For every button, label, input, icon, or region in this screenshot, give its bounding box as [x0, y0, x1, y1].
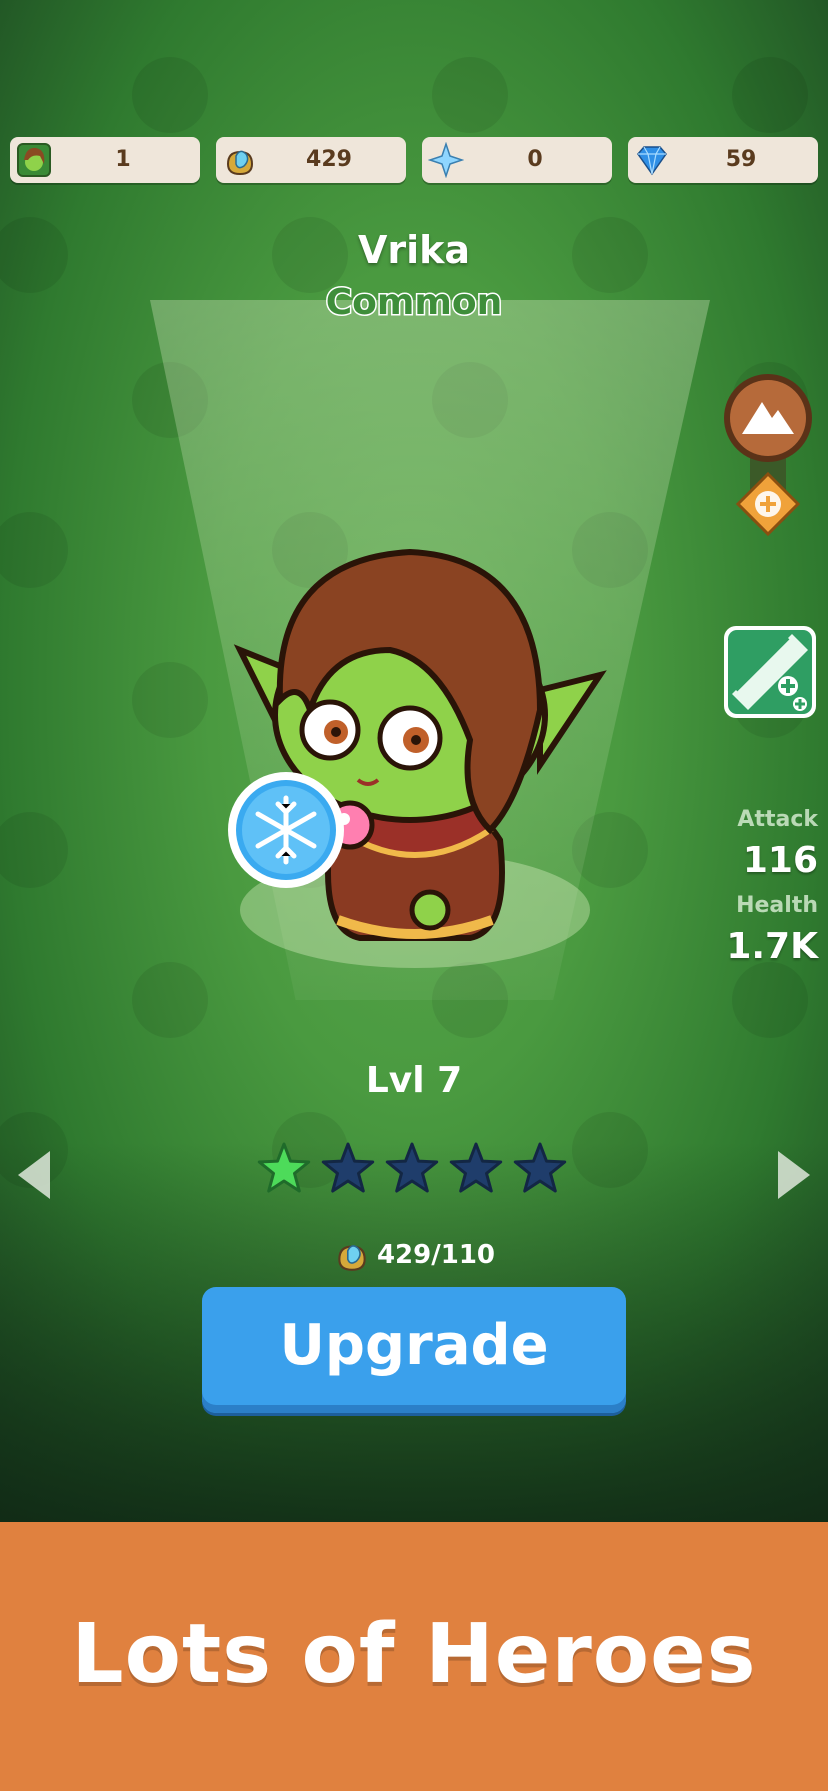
- add-diamond-icon[interactable]: [735, 471, 801, 537]
- attack-value: 116: [742, 840, 818, 881]
- equipment-button[interactable]: [722, 624, 818, 720]
- promo-banner-text: Lots of Heroes: [71, 1607, 757, 1702]
- hero-name: Vrika: [357, 228, 471, 272]
- health-label: Health: [736, 893, 818, 918]
- resource-sparkle: 0: [422, 137, 612, 183]
- attack-label: Attack: [737, 807, 818, 832]
- star-empty-icon: [513, 1142, 567, 1193]
- resource-gems-value: 59: [725, 147, 757, 172]
- previous-hero-arrow-icon[interactable]: [8, 1145, 58, 1205]
- hero-level: Lvl 7: [365, 1060, 463, 1101]
- class-selector[interactable]: [720, 372, 816, 542]
- health-value: 1.7K: [726, 926, 818, 967]
- hero-character: [233, 548, 607, 968]
- resource-gold-value: 429: [306, 147, 352, 172]
- star-rating: [257, 1142, 567, 1193]
- star-empty-icon: [385, 1142, 439, 1193]
- resource-gems: 59: [628, 137, 818, 183]
- resource-heroes: 1: [10, 137, 200, 183]
- upgrade-cost: 429/110: [0, 1236, 828, 1274]
- sparkle-star-icon: [428, 142, 464, 178]
- star-filled-icon: [257, 1142, 311, 1193]
- star-empty-icon: [449, 1142, 503, 1193]
- health-boost-icon: [724, 626, 816, 718]
- game-screen: 1 429 0 59 Vrika Common Attack 116 Healt…: [0, 0, 828, 1522]
- resource-heroes-value: 1: [115, 147, 131, 172]
- upgrade-button[interactable]: Upgrade: [202, 1287, 626, 1413]
- gold-potion-icon: [338, 1245, 366, 1271]
- promo-banner: Lots of Heroes: [0, 1522, 828, 1791]
- upgrade-cost-text: 429/110: [376, 1240, 496, 1270]
- next-hero-arrow-icon[interactable]: [770, 1145, 820, 1205]
- star-empty-icon: [321, 1142, 375, 1193]
- hero-rarity: Common: [324, 281, 504, 325]
- snowflake-orb-icon: [228, 772, 344, 888]
- hero-portrait-icon: [17, 143, 51, 177]
- resource-sparkle-value: 0: [527, 147, 543, 172]
- blue-gem-icon: [637, 146, 667, 176]
- resource-gold: 429: [216, 137, 406, 183]
- gold-potion-icon: [226, 150, 254, 176]
